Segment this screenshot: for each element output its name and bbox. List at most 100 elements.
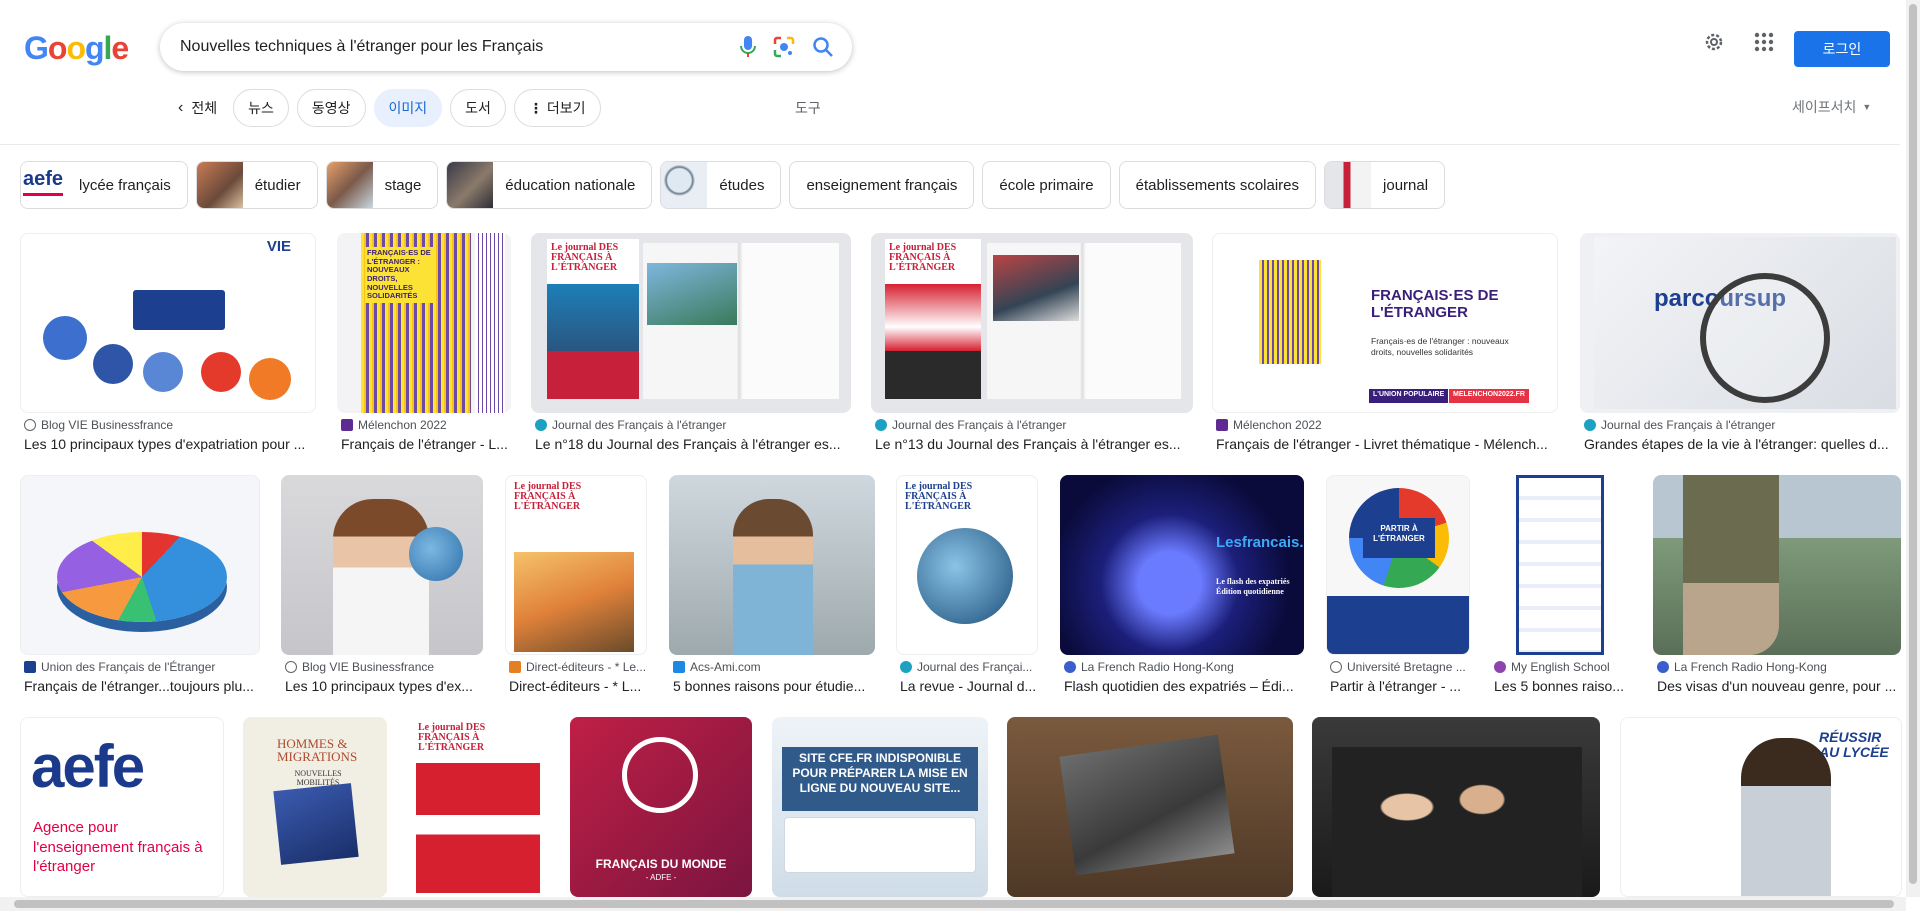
magazine-masthead: Le journal DES FRANÇAIS À L'ÉTRANGER	[418, 722, 486, 753]
image-result[interactable]: Blog VIE Businessfrance Les 10 principau…	[281, 475, 485, 700]
gear-icon[interactable]	[1702, 30, 1726, 59]
magazine-title: HOMMES & MIGRATIONS	[277, 736, 358, 764]
microphone-icon[interactable]	[736, 35, 760, 59]
result-image: Le journal DES FRANÇAIS À L'ÉTRANGER	[531, 233, 851, 413]
image-result[interactable]: SITE CFE.FR INDISPONIBLE POUR PRÉPARER L…	[772, 717, 988, 897]
chip-thumbnail	[661, 162, 708, 208]
result-title[interactable]: Français de l'étranger - L...	[341, 436, 513, 452]
lens-camera-icon[interactable]	[772, 35, 796, 59]
image-result[interactable]: Union des Français de l'Étranger Françai…	[20, 475, 262, 700]
login-button[interactable]: 로그인	[1794, 31, 1890, 67]
logo-letter: G	[24, 30, 49, 66]
result-image: HOMMES & MIGRATIONS NOUVELLES MOBILITÉS	[243, 717, 387, 897]
result-title[interactable]: Le n°13 du Journal des Français à l'étra…	[875, 436, 1195, 452]
image-result[interactable]: RÉUSSIR AU LYCÉE	[1620, 717, 1902, 897]
favicon-direct-editeurs	[509, 661, 521, 673]
image-result[interactable]: aefe Agence pour l'enseignement français…	[20, 717, 224, 897]
horizontal-scrollbar[interactable]	[0, 897, 1906, 911]
image-result[interactable]: Le journal DES FRANÇAIS À L'ÉTRANGER Dir…	[505, 475, 649, 700]
image-result[interactable]: FRANÇAIS·ES DE L'ÉTRANGER : NOUVEAUX DRO…	[337, 233, 511, 458]
result-title[interactable]: Flash quotidien des expatriés – Édi...	[1064, 678, 1306, 694]
favicon-acs-ami	[673, 661, 685, 673]
scrollbar-thumb[interactable]	[14, 900, 1894, 908]
search-input[interactable]: Nouvelles techniques à l'étranger pour l…	[180, 38, 700, 56]
image-result[interactable]: FRANÇAIS·ES DE L'ÉTRANGER Français·es de…	[1212, 233, 1560, 458]
chip-etudier[interactable]: étudier	[195, 161, 318, 209]
tab-all[interactable]: ‹ 전체	[170, 89, 225, 127]
chip-education-nationale[interactable]: éducation nationale	[446, 161, 653, 209]
result-title[interactable]: La revue - Journal d...	[900, 678, 1040, 694]
globe-icon	[24, 419, 36, 431]
chip-thumbnail: aefe	[21, 162, 67, 208]
infographic-bubble	[43, 316, 87, 360]
image-result[interactable]	[1312, 717, 1600, 897]
search-icon[interactable]	[811, 35, 835, 59]
result-title[interactable]: Le n°18 du Journal des Français à l'étra…	[535, 436, 853, 452]
google-logo[interactable]: Google	[24, 30, 129, 67]
result-source: La French Radio Hong-Kong	[1657, 660, 1903, 674]
vertical-scrollbar[interactable]	[1906, 0, 1920, 897]
result-title[interactable]: Les 10 principaux types d'expatriation p…	[24, 436, 316, 452]
image-result[interactable]: FRANÇAIS DU MONDE - ADFE -	[570, 717, 752, 897]
related-chips: aefe lycée français étudier stage éducat…	[20, 161, 1446, 209]
image-result[interactable]: Le journal DES FRANÇAIS À L'ÉTRANGER Jou…	[531, 233, 853, 458]
result-title[interactable]: 5 bonnes raisons pour étudie...	[673, 678, 877, 694]
tab-more[interactable]: ⋮ 더보기	[513, 89, 601, 127]
chevron-left-icon: ‹	[178, 99, 184, 116]
favicon-my-english-school	[1494, 661, 1506, 673]
banner-cover	[1259, 260, 1321, 364]
image-result[interactable]: Le journal DES FRANÇAIS À L'ÉTRANGER Jou…	[896, 475, 1040, 700]
people-photo	[1332, 747, 1582, 897]
safesearch-label: 세이프서치	[1792, 99, 1857, 115]
safesearch-button[interactable]: 세이프서치 ▼	[1792, 97, 1871, 117]
result-title[interactable]: Français de l'étranger - Livret thématiq…	[1216, 436, 1560, 452]
result-source: Blog VIE Businessfrance	[285, 660, 483, 674]
scrollbar-thumb[interactable]	[1909, 4, 1917, 884]
favicon-french-radio	[1657, 661, 1669, 673]
image-result[interactable]: HOMMES & MIGRATIONS NOUVELLES MOBILITÉS	[243, 717, 387, 897]
chip-lycee-francais[interactable]: aefe lycée français	[20, 161, 188, 209]
image-result[interactable]: VIE Blog VIE Businessfrance Les 10 princ…	[20, 233, 318, 458]
result-image: PARTIR À L'ÉTRANGER	[1326, 475, 1470, 655]
tab-news[interactable]: 뉴스	[233, 89, 289, 127]
tab-books[interactable]: 도서	[450, 89, 506, 127]
image-result[interactable]: Le journal DES FRANÇAIS À L'ÉTRANGER Jou…	[871, 233, 1195, 458]
result-title[interactable]: Direct-éditeurs - * L...	[509, 678, 649, 694]
result-title[interactable]: Des visas d'un nouveau genre, pour ...	[1657, 678, 1903, 694]
tab-images[interactable]: 이미지	[373, 89, 443, 127]
tools-button[interactable]: 도구	[795, 98, 821, 118]
result-title[interactable]: Les 5 bonnes raiso...	[1494, 678, 1634, 694]
chip-stage[interactable]: stage	[325, 161, 439, 209]
image-result[interactable]: My English School Les 5 bonnes raiso...	[1490, 475, 1634, 700]
image-result[interactable]: Le journal DES FRANÇAIS À L'ÉTRANGER	[406, 717, 550, 897]
result-image	[1007, 717, 1293, 897]
result-title[interactable]: Grandes étapes de la vie à l'étranger: q…	[1584, 436, 1902, 452]
banner-subtitle: Français·es de l'étranger : nouveaux dro…	[1371, 336, 1509, 357]
chip-enseignement-francais[interactable]: enseignement français	[789, 161, 975, 209]
chip-label: enseignement français	[806, 176, 958, 194]
globe-icon	[1330, 661, 1342, 673]
search-box[interactable]: Nouvelles techniques à l'étranger pour l…	[160, 23, 852, 71]
chip-etudes[interactable]: études	[660, 161, 782, 209]
image-result[interactable]: Lesfrancais.press Le flash des expatriés…	[1060, 475, 1306, 700]
result-title[interactable]: Les 10 principaux types d'ex...	[285, 678, 485, 694]
chip-journal[interactable]: journal	[1324, 161, 1446, 209]
image-result[interactable]: Acs-Ami.com 5 bonnes raisons pour étudie…	[669, 475, 877, 700]
result-title[interactable]: Français de l'étranger...toujours plu...	[24, 678, 262, 694]
tab-videos[interactable]: 동영상	[296, 89, 366, 127]
image-result[interactable]	[1007, 717, 1293, 897]
chip-ecole-primaire[interactable]: école primaire	[982, 161, 1111, 209]
result-source-text: Mélenchon 2022	[358, 418, 447, 432]
chip-etablissements-scolaires[interactable]: établissements scolaires	[1118, 161, 1317, 209]
image-result[interactable]: PARTIR À L'ÉTRANGER Université Bretagne …	[1326, 475, 1472, 700]
result-source-text: Acs-Ami.com	[690, 660, 761, 674]
apps-grid-icon[interactable]	[1752, 30, 1776, 59]
result-title[interactable]: Partir à l'étranger - ...	[1330, 678, 1472, 694]
image-result[interactable]: La French Radio Hong-Kong Des visas d'un…	[1653, 475, 1903, 700]
result-source: Journal des Français à l'étranger	[535, 418, 851, 432]
result-source: Université Bretagne ...	[1330, 660, 1472, 674]
magazine-masthead: Le journal DES FRANÇAIS À L'ÉTRANGER	[551, 242, 619, 273]
image-result[interactable]: parcoursup Journal des Français à l'étra…	[1580, 233, 1902, 458]
francais-du-monde: FRANÇAIS DU MONDE	[595, 857, 727, 871]
cfe-inner-box	[784, 817, 976, 873]
